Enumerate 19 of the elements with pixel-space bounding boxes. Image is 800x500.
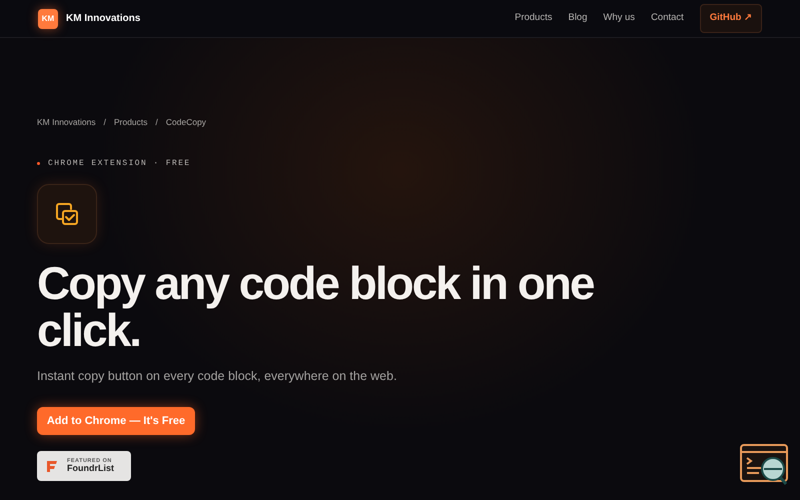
eyebrow-text: CHROME EXTENSION · FREE xyxy=(48,158,191,170)
f-logo-icon xyxy=(45,459,59,474)
nav-link[interactable]: Why us xyxy=(603,11,635,26)
github-button[interactable]: GitHub ↗ xyxy=(700,4,762,33)
breadcrumb-item[interactable]: CodeCopy xyxy=(166,116,206,129)
nav-link[interactable]: Contact xyxy=(650,11,684,26)
breadcrumb-item[interactable]: KM Innovations xyxy=(37,116,96,129)
nav-link[interactable]: Blog xyxy=(568,11,588,26)
breadcrumb-separator: / xyxy=(104,116,106,129)
subtitle: Instant copy button on every code block, everywhere on the web. xyxy=(37,368,398,385)
brand-name[interactable]: KM Innovations xyxy=(66,11,140,26)
breadcrumb-item[interactable]: Products xyxy=(114,116,148,129)
app-icon xyxy=(37,184,97,244)
dot-icon xyxy=(37,162,40,166)
nav-link[interactable]: Products xyxy=(514,11,552,26)
headline: Copy any code block in one click. xyxy=(37,260,595,354)
breadcrumb-separator: / xyxy=(156,116,158,129)
featured-name: FoundrList xyxy=(67,464,114,474)
browser-search-icon[interactable] xyxy=(740,443,790,487)
